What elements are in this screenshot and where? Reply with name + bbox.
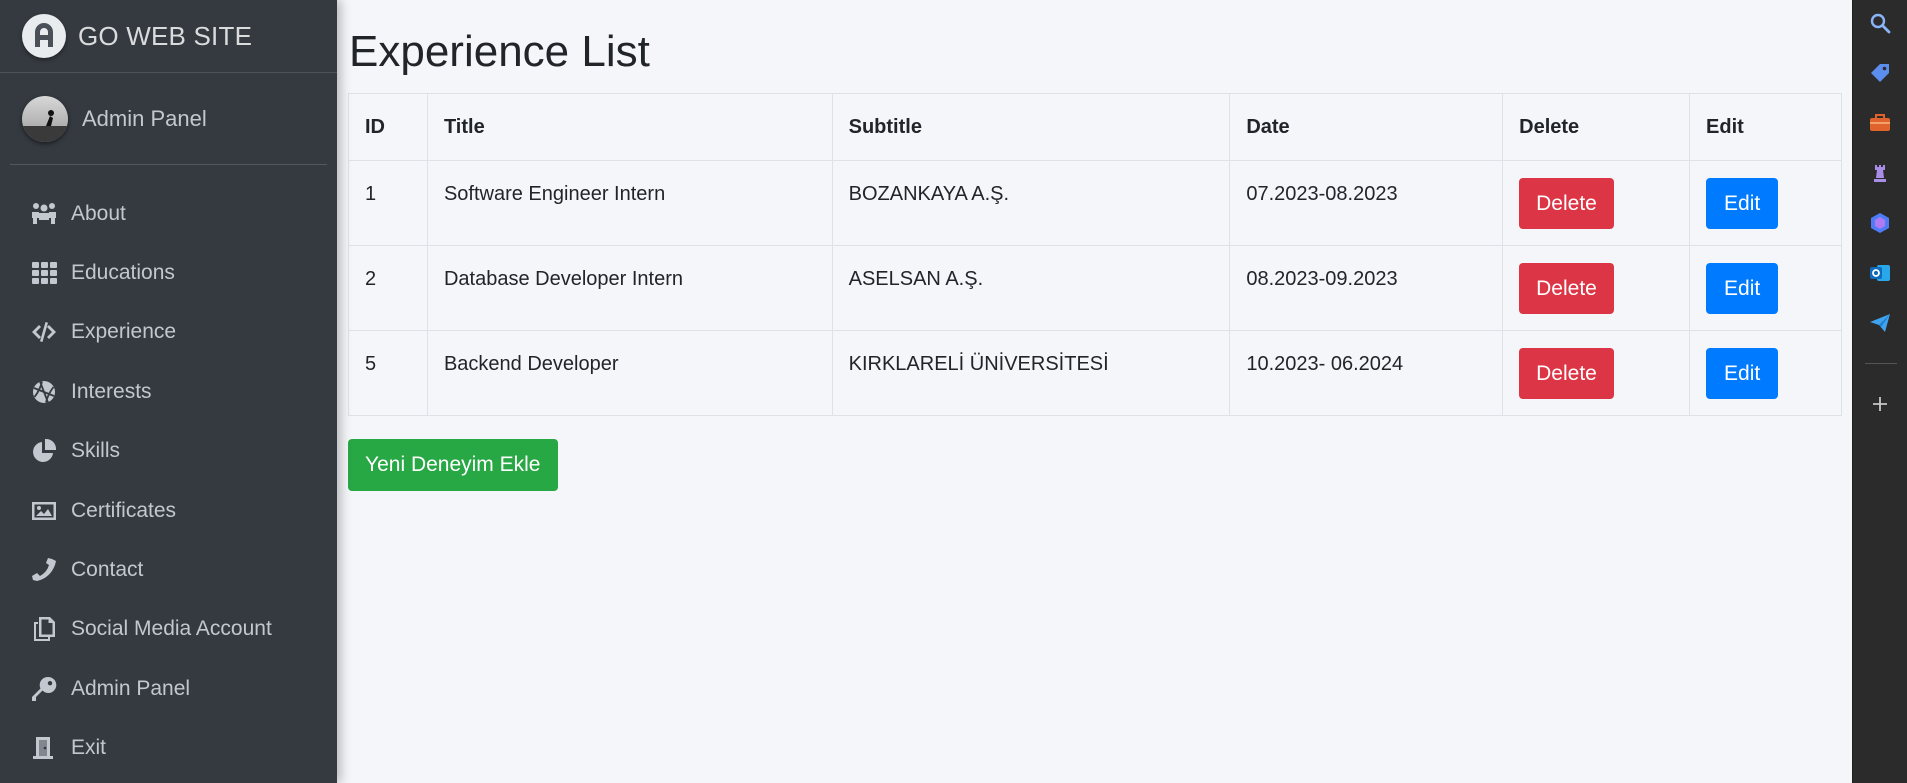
sidebar-item-contact[interactable]: Contact: [0, 540, 337, 599]
add-experience-button[interactable]: Yeni Deneyim Ekle: [348, 439, 558, 491]
cell-edit: Edit: [1689, 330, 1842, 416]
sidebar-item-interests[interactable]: Interests: [0, 362, 337, 421]
brand-logo-icon: [22, 14, 66, 58]
column-header-delete: Delete: [1502, 93, 1691, 161]
column-header-title: Title: [426, 93, 833, 161]
edit-button[interactable]: Edit: [1706, 263, 1779, 314]
sidebar-item-experience[interactable]: Experience: [0, 303, 337, 362]
experience-table: ID Title Subtitle Date Delete Edit 1 Sof…: [348, 93, 1842, 416]
cell-edit: Edit: [1689, 245, 1842, 331]
cell-date: 07.2023-08.2023: [1229, 160, 1504, 246]
sidebar-item-about[interactable]: About: [0, 184, 337, 243]
sidebar-item-label: Social Media Account: [71, 617, 272, 641]
cell-title: Backend Developer: [426, 330, 833, 416]
cell-id: 1: [348, 160, 428, 246]
browser-sidebar-divider: [1865, 363, 1897, 364]
sidebar-nav: About Educations Experience Interests Sk…: [0, 165, 337, 778]
cell-id: 5: [348, 330, 428, 416]
send-icon[interactable]: [1867, 310, 1893, 336]
cell-id: 2: [348, 245, 428, 331]
search-icon[interactable]: [1867, 10, 1893, 36]
basketball-icon: [29, 377, 59, 407]
browser-sidebar: [1852, 0, 1907, 783]
delete-button[interactable]: Delete: [1519, 348, 1614, 399]
cell-subtitle: BOZANKAYA A.Ş.: [831, 160, 1231, 246]
door-icon: [29, 733, 59, 763]
sidebar-item-label: Admin Panel: [71, 676, 191, 700]
sidebar-item-label: Educations: [71, 261, 175, 285]
cell-title: Software Engineer Intern: [426, 160, 833, 246]
column-header-id: ID: [348, 93, 428, 161]
brand-name: GO WEB SITE: [78, 20, 253, 51]
main-content: Experience List ID Title Subtitle Date D…: [337, 0, 1852, 783]
table-row: 1 Software Engineer Intern BOZANKAYA A.Ş…: [348, 160, 1842, 246]
briefcase-icon[interactable]: [1867, 110, 1893, 136]
sidebar: GO WEB SITE Admin Panel About Educations…: [0, 0, 337, 783]
sidebar-item-label: Experience: [71, 320, 177, 344]
cell-title: Database Developer Intern: [426, 245, 833, 331]
edit-button[interactable]: Edit: [1706, 348, 1779, 399]
cell-subtitle: KIRKLARELİ ÜNİVERSİTESİ: [831, 330, 1231, 416]
sidebar-item-label: Exit: [71, 736, 107, 760]
table-header-row: ID Title Subtitle Date Delete Edit: [348, 93, 1842, 161]
plus-icon[interactable]: [1867, 391, 1893, 417]
cell-subtitle: ASELSAN A.Ş.: [831, 245, 1231, 331]
brand-link[interactable]: GO WEB SITE: [0, 0, 337, 73]
column-header-subtitle: Subtitle: [831, 93, 1231, 161]
sidebar-item-label: About: [71, 201, 126, 225]
users-icon: [29, 199, 59, 229]
sidebar-item-label: Contact: [71, 558, 144, 582]
delete-button[interactable]: Delete: [1519, 178, 1614, 229]
page-title: Experience List: [349, 27, 650, 76]
outlook-icon[interactable]: [1867, 260, 1893, 286]
sidebar-item-skills[interactable]: Skills: [0, 422, 337, 481]
cell-delete: Delete: [1502, 160, 1691, 246]
cell-edit: Edit: [1689, 160, 1842, 246]
avatar: [22, 95, 68, 142]
user-panel[interactable]: Admin Panel: [10, 73, 327, 165]
sidebar-item-educations[interactable]: Educations: [0, 243, 337, 302]
sidebar-item-certificates[interactable]: Certificates: [0, 481, 337, 540]
phone-icon: [29, 555, 59, 585]
delete-button[interactable]: Delete: [1519, 263, 1614, 314]
sidebar-item-social-media-account[interactable]: Social Media Account: [0, 600, 337, 659]
cell-delete: Delete: [1502, 245, 1691, 331]
edit-button[interactable]: Edit: [1706, 178, 1779, 229]
column-header-date: Date: [1229, 93, 1504, 161]
tag-icon[interactable]: [1867, 60, 1893, 86]
cell-date: 08.2023-09.2023: [1229, 245, 1504, 331]
cell-delete: Delete: [1502, 330, 1691, 416]
cell-date: 10.2023- 06.2024: [1229, 330, 1504, 416]
image-icon: [29, 496, 59, 526]
sidebar-item-admin-panel[interactable]: Admin Panel: [0, 659, 337, 718]
table-row: 5 Backend Developer KIRKLARELİ ÜNİVERSİT…: [348, 330, 1842, 416]
sidebar-item-exit[interactable]: Exit: [0, 719, 337, 778]
column-header-edit: Edit: [1689, 93, 1842, 161]
code-icon: [29, 317, 59, 347]
sidebar-item-label: Certificates: [71, 498, 177, 522]
sidebar-item-label: Interests: [71, 379, 152, 403]
user-name: Admin Panel: [82, 105, 207, 131]
copilot-icon[interactable]: [1867, 210, 1893, 236]
pie-chart-icon: [29, 436, 59, 466]
sidebar-item-label: Skills: [71, 439, 121, 463]
key-icon: [29, 674, 59, 704]
copy-icon: [29, 614, 59, 644]
table-row: 2 Database Developer Intern ASELSAN A.Ş.…: [348, 245, 1842, 331]
grid-icon: [29, 258, 59, 288]
chess-icon[interactable]: [1867, 160, 1893, 186]
